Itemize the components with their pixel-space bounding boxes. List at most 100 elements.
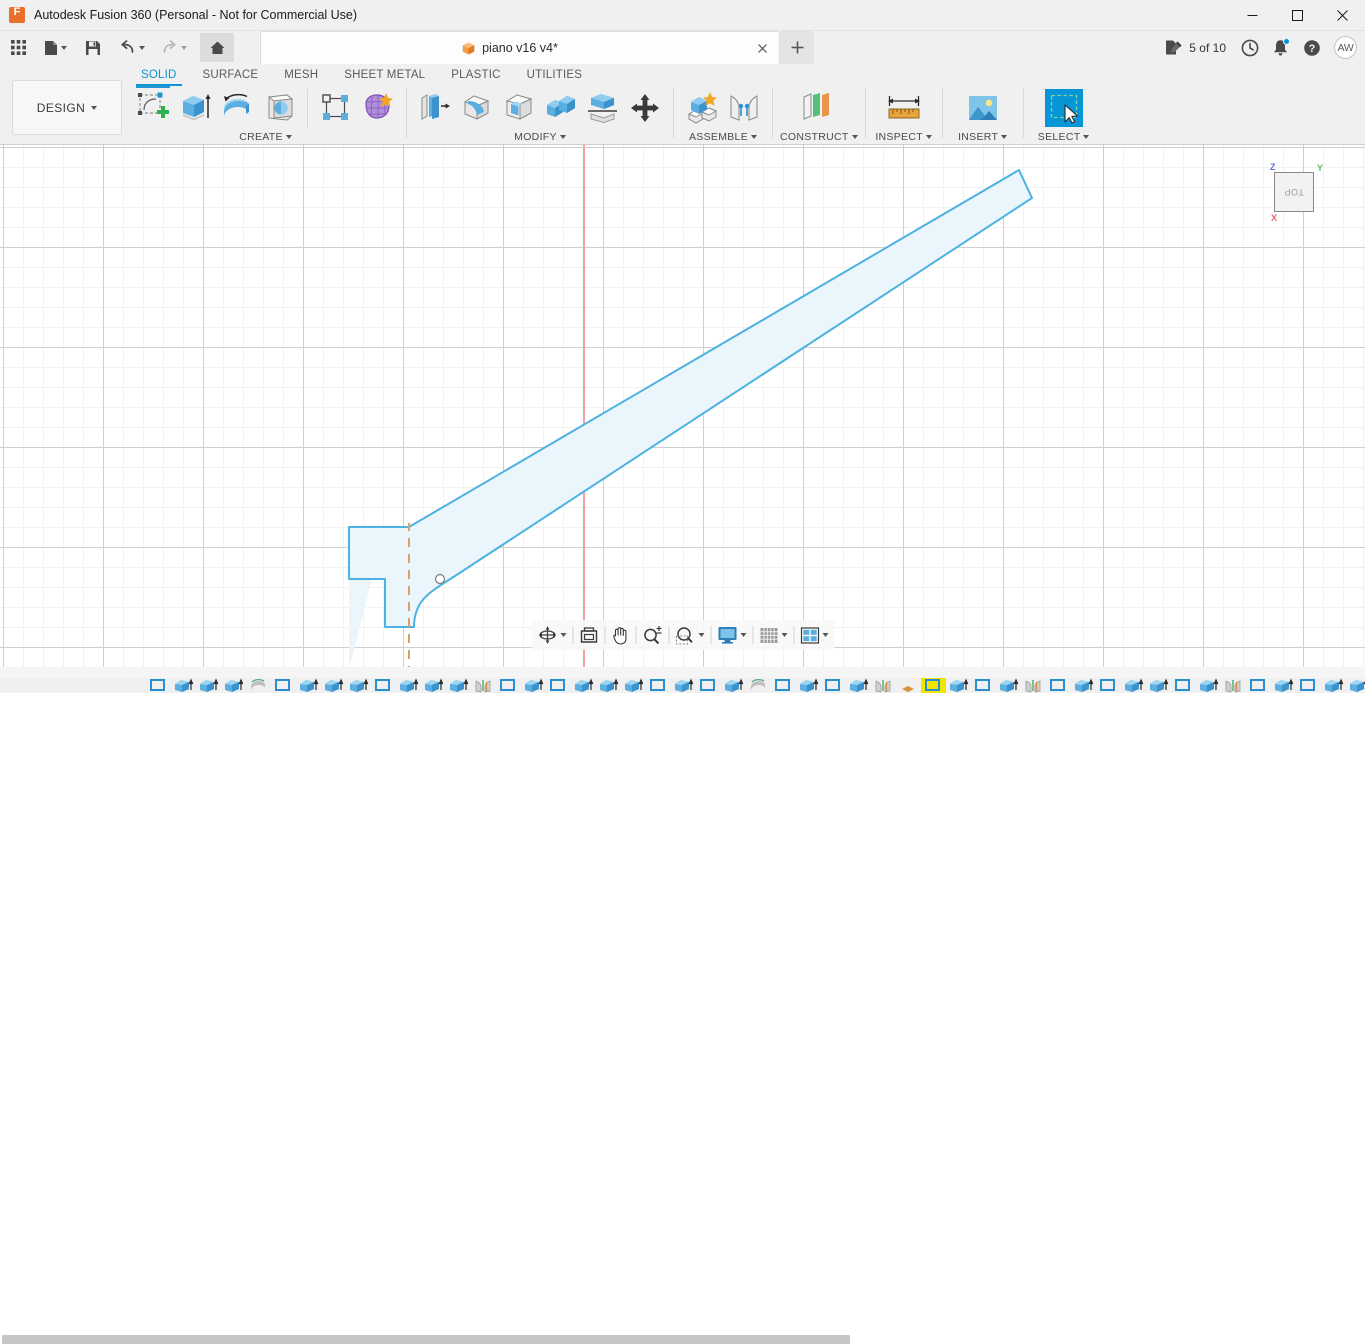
home-button[interactable]: [200, 33, 234, 62]
jobs-status-button[interactable]: 5 of 10: [1157, 33, 1234, 62]
recent-activity-button[interactable]: [1234, 33, 1265, 62]
timeline-item-sketch[interactable]: [696, 678, 721, 693]
timeline-item-extrude[interactable]: [1321, 678, 1346, 693]
design-canvas[interactable]: TOP Z Y X: [0, 145, 1365, 672]
workspace-switcher[interactable]: DESIGN: [12, 80, 122, 135]
tab-plastic[interactable]: PLASTIC: [438, 64, 513, 85]
horizontal-scrollbar-track[interactable]: [0, 667, 1365, 1344]
timeline-item-joint[interactable]: [1221, 678, 1246, 693]
timeline-item-extrude[interactable]: [571, 678, 596, 693]
measure-tool[interactable]: [883, 87, 925, 129]
press-pull-tool[interactable]: [414, 87, 456, 129]
timeline-item-extrude[interactable]: [1196, 678, 1221, 693]
timeline-item-revolve[interactable]: [746, 678, 771, 693]
notifications-button[interactable]: [1265, 33, 1296, 62]
redo-button[interactable]: [156, 33, 192, 62]
zoom-window-tool[interactable]: [671, 622, 708, 648]
timeline-item-sketch[interactable]: [1296, 678, 1321, 693]
timeline-item-revolve[interactable]: [246, 678, 271, 693]
create-sketch-tool[interactable]: [132, 85, 174, 129]
view-cube-top-face[interactable]: TOP: [1274, 172, 1314, 212]
revolve-tool[interactable]: [216, 87, 258, 129]
pattern-tool[interactable]: [315, 87, 357, 129]
timeline-item-sketch[interactable]: [646, 678, 671, 693]
timeline-item-joint[interactable]: [471, 678, 496, 693]
timeline-item-sketch[interactable]: [971, 678, 996, 693]
timeline-item-sketch[interactable]: [1171, 678, 1196, 693]
look-at-tool[interactable]: [575, 622, 602, 648]
timeline-item-joint[interactable]: [871, 678, 896, 693]
timeline-item-sketch[interactable]: [146, 678, 171, 693]
sweep-tool[interactable]: [258, 87, 300, 129]
timeline-item-sketch[interactable]: [371, 678, 396, 693]
combine-tool[interactable]: [540, 87, 582, 129]
joint-tool[interactable]: [723, 87, 765, 129]
file-menu-button[interactable]: [39, 33, 72, 62]
maximize-button[interactable]: [1275, 0, 1320, 31]
horizontal-scrollbar-thumb[interactable]: [2, 1335, 850, 1344]
view-cube[interactable]: TOP Z Y X: [1267, 162, 1323, 223]
split-body-tool[interactable]: [582, 87, 624, 129]
grid-snaps-caret[interactable]: [781, 633, 787, 637]
timeline-item-joint[interactable]: [1021, 678, 1046, 693]
tab-utilities[interactable]: UTILITIES: [514, 64, 595, 85]
timeline-item-extrude[interactable]: [1121, 678, 1146, 693]
panel-label-construct[interactable]: CONSTRUCT: [780, 129, 858, 144]
timeline-item-extrude[interactable]: [296, 678, 321, 693]
grid-snaps-button[interactable]: [755, 622, 791, 648]
shell-tool[interactable]: [498, 87, 540, 129]
select-tool[interactable]: [1043, 87, 1085, 129]
timeline-item-sketch[interactable]: [921, 678, 946, 693]
display-settings-caret[interactable]: [740, 633, 746, 637]
zoom-window-caret[interactable]: [698, 633, 704, 637]
orbit-tool[interactable]: [533, 622, 570, 648]
timeline-item-extrude[interactable]: [196, 678, 221, 693]
timeline-item-extrude[interactable]: [396, 678, 421, 693]
timeline-item-extrude[interactable]: [446, 678, 471, 693]
fillet-tool[interactable]: [456, 87, 498, 129]
panel-label-select[interactable]: SELECT: [1031, 129, 1097, 144]
panel-label-modify[interactable]: MODIFY: [414, 129, 666, 144]
timeline-item-extrude[interactable]: [846, 678, 871, 693]
close-icon[interactable]: [755, 41, 770, 56]
timeline-item-extrude[interactable]: [421, 678, 446, 693]
timeline-item-extrude[interactable]: [946, 678, 971, 693]
new-component-tool[interactable]: [681, 87, 723, 129]
viewports-button[interactable]: [796, 622, 832, 648]
timeline-item-extrude[interactable]: [671, 678, 696, 693]
timeline-item-sketch[interactable]: [1046, 678, 1071, 693]
save-button[interactable]: [80, 33, 106, 62]
undo-button[interactable]: [114, 33, 150, 62]
timeline-item-extrude[interactable]: [1146, 678, 1171, 693]
document-tab-piano[interactable]: piano v16 v4*: [260, 31, 780, 64]
timeline-item-extrude[interactable]: [721, 678, 746, 693]
extrude-tool[interactable]: [174, 87, 216, 129]
sketch-point[interactable]: [434, 573, 446, 585]
orbit-caret[interactable]: [560, 633, 566, 637]
timeline-item-component[interactable]: [896, 678, 921, 693]
timeline-item-extrude[interactable]: [996, 678, 1021, 693]
timeline-item-extrude[interactable]: [1071, 678, 1096, 693]
timeline-item-sketch[interactable]: [546, 678, 571, 693]
timeline-item-extrude[interactable]: [621, 678, 646, 693]
zoom-tool[interactable]: [638, 622, 666, 648]
timeline-item-extrude[interactable]: [521, 678, 546, 693]
new-tab-button[interactable]: [780, 31, 814, 64]
timeline-item-sketch[interactable]: [821, 678, 846, 693]
move-copy-tool[interactable]: [624, 87, 666, 129]
pan-tool[interactable]: [607, 622, 633, 648]
timeline-item-extrude[interactable]: [1271, 678, 1296, 693]
avatar[interactable]: AW: [1334, 36, 1357, 59]
timeline-item-extrude[interactable]: [221, 678, 246, 693]
tab-mesh[interactable]: MESH: [271, 64, 331, 85]
viewports-caret[interactable]: [822, 633, 828, 637]
panel-label-create[interactable]: CREATE: [132, 129, 399, 144]
display-settings-button[interactable]: [713, 622, 750, 648]
timeline-item-sketch[interactable]: [271, 678, 296, 693]
insert-image-tool[interactable]: [962, 87, 1004, 129]
close-button[interactable]: [1320, 0, 1365, 31]
panel-label-assemble[interactable]: ASSEMBLE: [681, 129, 765, 144]
timeline-item-extrude[interactable]: [346, 678, 371, 693]
timeline-item-sketch[interactable]: [1096, 678, 1121, 693]
tab-solid[interactable]: SOLID: [128, 64, 190, 86]
